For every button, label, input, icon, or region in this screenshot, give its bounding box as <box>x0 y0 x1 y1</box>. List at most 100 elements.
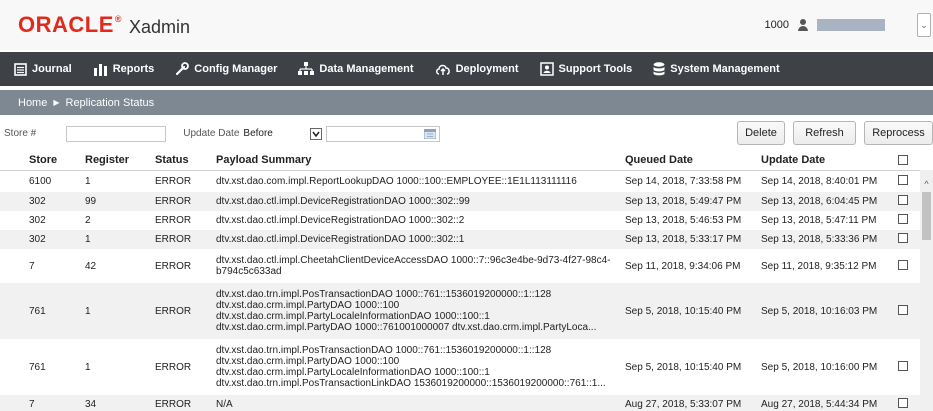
cell-store: 302 <box>0 230 85 249</box>
date-picker <box>325 125 440 142</box>
cell-store: 761 <box>0 283 85 339</box>
cell-select <box>898 339 920 395</box>
cell-payload: dtv.xst.dao.trn.impl.PosTransactionDAO 1… <box>216 339 625 395</box>
cell-select <box>898 395 920 411</box>
payload-line: dtv.xst.dao.trn.impl.PosTransactionDAO 1… <box>216 345 552 356</box>
cell-payload: dtv.xst.dao.ctl.impl.DeviceRegistrationD… <box>216 211 625 230</box>
payload-line: b794c5c633ad <box>216 266 282 277</box>
payload-line: dtv.xst.dao.ctl.impl.CheetahClientDevice… <box>216 255 611 266</box>
payload-line: dtv.xst.dao.crm.impl.PartyLocaleInformat… <box>216 311 490 322</box>
row-checkbox[interactable] <box>898 398 908 408</box>
payload-line: dtv.xst.dao.trn.impl.PosTransactionDAO 1… <box>216 289 552 300</box>
cell-select <box>898 211 920 230</box>
nav-data-management[interactable]: Data Management <box>298 62 414 76</box>
cell-status: ERROR <box>155 230 216 249</box>
refresh-button[interactable]: Refresh <box>793 121 856 145</box>
cell-queued-date: Aug 27, 2018, 5:33:07 PM <box>625 395 761 411</box>
column-header-store[interactable]: Store <box>0 150 85 171</box>
cell-update-date: Sep 14, 2018, 8:40:01 PM <box>761 170 898 192</box>
date-operator-value: Before <box>243 128 273 139</box>
database-icon <box>653 62 665 76</box>
cell-payload: dtv.xst.dao.ctl.impl.DeviceRegistrationD… <box>216 192 625 211</box>
row-checkbox[interactable] <box>898 259 908 270</box>
column-header-queued-date[interactable]: Queued Date <box>625 150 761 171</box>
nav-support-tools[interactable]: Support Tools <box>539 62 633 76</box>
cell-status: ERROR <box>155 339 216 395</box>
cell-payload: dtv.xst.dao.ctl.impl.DeviceRegistrationD… <box>216 230 625 249</box>
row-checkbox[interactable] <box>898 233 908 243</box>
cell-select <box>898 170 920 192</box>
nav-deployment[interactable]: Deployment <box>435 63 519 76</box>
cell-register: 99 <box>85 192 155 211</box>
cell-store: 302 <box>0 211 85 230</box>
cell-select <box>898 249 920 283</box>
calendar-icon[interactable] <box>423 128 436 139</box>
store-filter-input[interactable] <box>66 125 167 142</box>
select-all-checkbox[interactable] <box>898 154 908 165</box>
breadcrumb-home[interactable]: Home <box>18 97 47 109</box>
update-date-label: Update Date <box>183 128 240 139</box>
column-header-register[interactable]: Register <box>85 150 155 171</box>
table-row[interactable]: 7 34 ERROR N/A Aug 27, 2018, 5:33:07 PM … <box>0 395 920 411</box>
nav-reports-label: Reports <box>112 63 155 75</box>
scroll-up-icon[interactable]: ^ <box>920 178 933 190</box>
table-row[interactable]: 302 99 ERROR dtv.xst.dao.ctl.impl.Device… <box>0 192 920 211</box>
nav-support-tools-label: Support Tools <box>558 63 633 75</box>
column-header-payload[interactable]: Payload Summary <box>216 150 625 171</box>
cell-payload: dtv.xst.dao.com.impl.ReportLookupDAO 100… <box>216 170 625 192</box>
select-all-cell <box>898 150 920 171</box>
nav-journal[interactable]: Journal <box>14 62 72 76</box>
table-row[interactable]: 302 1 ERROR dtv.xst.dao.ctl.impl.DeviceR… <box>0 230 920 249</box>
cell-payload: dtv.xst.dao.trn.impl.PosTransactionDAO 1… <box>216 283 625 339</box>
cell-status: ERROR <box>155 211 216 230</box>
table-row[interactable]: 6100 1 ERROR dtv.xst.dao.com.impl.Report… <box>0 170 920 192</box>
nav-reports[interactable]: Reports <box>93 63 155 76</box>
payload-line: dtv.xst.dao.ctl.impl.DeviceRegistrationD… <box>216 215 465 226</box>
nav-system-management[interactable]: System Management <box>653 62 780 76</box>
payload-line: dtv.xst.dao.trn.impl.PosTransactionLinkD… <box>216 378 606 389</box>
cell-update-date: Sep 13, 2018, 6:04:45 PM <box>761 192 898 211</box>
row-checkbox[interactable] <box>898 174 908 185</box>
date-operator-select[interactable]: Before <box>243 126 322 142</box>
app-header: ORACLE® Xadmin 1000 ⌄ <box>0 0 933 50</box>
cell-register: 1 <box>85 339 155 395</box>
cell-update-date: Sep 11, 2018, 9:35:12 PM <box>761 249 898 283</box>
table-row[interactable]: 7 42 ERROR dtv.xst.dao.ctl.impl.CheetahC… <box>0 249 920 283</box>
nav-journal-label: Journal <box>32 63 72 75</box>
nav-config-manager-label: Config Manager <box>194 63 278 75</box>
cell-select <box>898 283 920 339</box>
cell-payload: dtv.xst.dao.ctl.impl.CheetahClientDevice… <box>216 249 625 283</box>
oracle-logo: ORACLE® <box>18 12 122 38</box>
cell-status: ERROR <box>155 249 216 283</box>
nav-data-management-label: Data Management <box>319 63 414 75</box>
app-name: Xadmin <box>129 16 191 37</box>
cell-store: 302 <box>0 192 85 211</box>
table-row[interactable]: 761 1 ERROR dtv.xst.dao.trn.impl.PosTran… <box>0 283 920 339</box>
scrollbar-thumb[interactable] <box>922 192 931 240</box>
row-checkbox[interactable] <box>898 360 908 371</box>
cell-payload: N/A <box>216 395 625 411</box>
cell-queued-date: Sep 11, 2018, 9:34:06 PM <box>625 249 761 283</box>
user-icon <box>797 19 809 31</box>
cell-select <box>898 192 920 211</box>
cell-queued-date: Sep 13, 2018, 5:33:17 PM <box>625 230 761 249</box>
cell-update-date: Aug 27, 2018, 5:44:34 PM <box>761 395 898 411</box>
row-checkbox[interactable] <box>898 304 908 315</box>
nav-config-manager[interactable]: Config Manager <box>175 62 277 76</box>
table-row[interactable]: 302 2 ERROR dtv.xst.dao.ctl.impl.DeviceR… <box>0 211 920 230</box>
row-checkbox[interactable] <box>898 195 908 205</box>
cell-queued-date: Sep 13, 2018, 5:46:53 PM <box>625 211 761 230</box>
table-header-row: Store Register Status Payload Summary Qu… <box>0 150 920 171</box>
row-checkbox[interactable] <box>898 214 908 224</box>
cell-queued-date: Sep 14, 2018, 7:33:58 PM <box>625 170 761 192</box>
table-row[interactable]: 761 1 ERROR dtv.xst.dao.trn.impl.PosTran… <box>0 339 920 395</box>
table-scrollbar[interactable]: ^ <box>920 170 933 411</box>
oracle-logo-text: ORACLE <box>18 12 114 37</box>
column-header-update-date[interactable]: Update Date <box>761 150 898 171</box>
cell-status: ERROR <box>155 395 216 411</box>
user-menu-dropdown[interactable]: ⌄ <box>917 13 931 37</box>
reprocess-button[interactable]: Reprocess <box>864 121 933 145</box>
delete-button[interactable]: Delete <box>737 121 785 145</box>
column-header-status[interactable]: Status <box>155 150 216 171</box>
update-date-input[interactable] <box>325 125 440 142</box>
